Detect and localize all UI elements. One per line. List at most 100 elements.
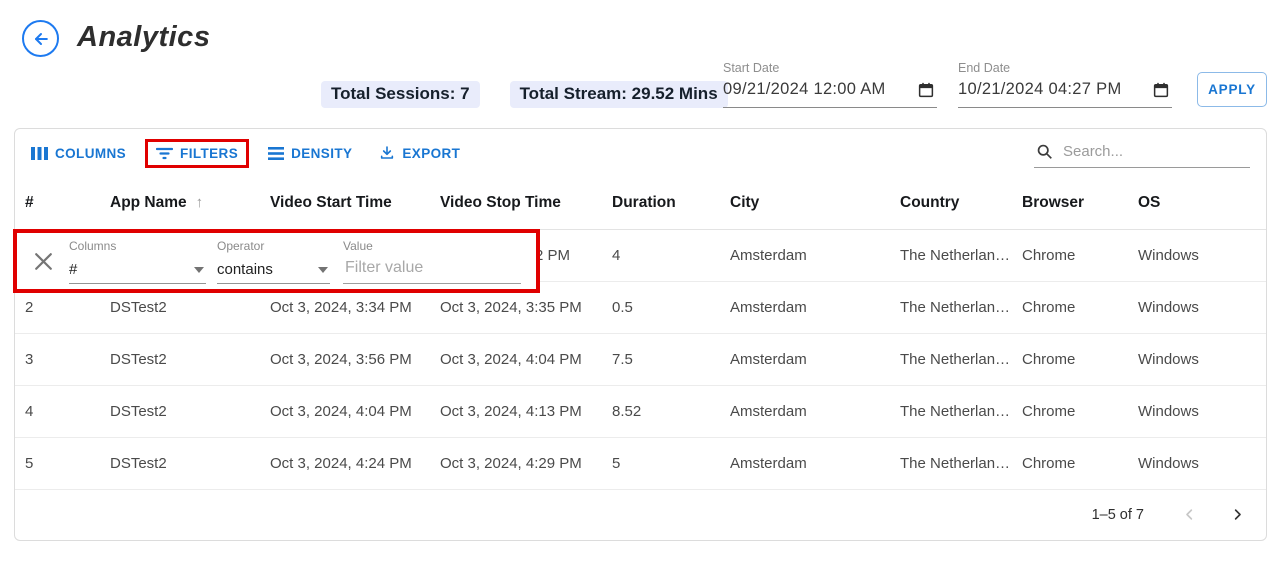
pagination-range: 1–5 of 7: [1092, 507, 1144, 523]
cell-video-stop-time: Oct 3, 2024, 4:29 PM: [430, 455, 602, 472]
cell-os: Windows: [1128, 403, 1266, 420]
cell-country: The Netherlan…: [890, 247, 1012, 264]
cell-browser: Chrome: [1012, 299, 1128, 316]
cell-browser: Chrome: [1012, 351, 1128, 368]
table-row[interactable]: 5 DSTest2 Oct 3, 2024, 4:24 PM Oct 3, 20…: [15, 438, 1266, 490]
search-box[interactable]: [1034, 139, 1250, 168]
chevron-down-icon: [318, 267, 328, 273]
total-sessions-badge: Total Sessions: 7: [321, 81, 480, 108]
filter-column-select[interactable]: Columns #: [69, 238, 206, 284]
filter-operator-label: Operator: [217, 239, 264, 253]
column-header-num[interactable]: #: [15, 194, 100, 212]
cell-city: Amsterdam: [720, 247, 890, 264]
filter-column-value: #: [69, 261, 206, 278]
cell-city: Amsterdam: [720, 455, 890, 472]
filters-button[interactable]: FILTERS: [145, 139, 249, 168]
columns-icon: [31, 146, 48, 161]
data-grid: COLUMNS FILTERS DENSITY EXPORT #: [14, 128, 1267, 541]
columns-button-label: COLUMNS: [55, 146, 126, 161]
cell-video-stop-time: Oct 3, 2024, 3:35 PM: [430, 299, 602, 316]
cell-number: 4: [15, 403, 100, 420]
summary-badges: Total Sessions: 7 Total Stream: 29.52 Mi…: [321, 81, 728, 108]
density-button[interactable]: DENSITY: [268, 146, 352, 161]
cell-os: Windows: [1128, 247, 1266, 264]
start-date-field[interactable]: Start Date 09/21/2024 12:00 AM: [723, 61, 937, 108]
previous-page-button[interactable]: [1176, 502, 1202, 528]
sort-ascending-icon: ↑: [196, 194, 204, 211]
cell-duration: 8.52: [602, 403, 720, 420]
cell-app-name: DSTest2: [100, 299, 260, 316]
chevron-down-icon: [194, 267, 204, 273]
cell-os: Windows: [1128, 351, 1266, 368]
apply-button[interactable]: APPLY: [1197, 72, 1267, 107]
filter-panel: Columns # Operator contains Value: [13, 229, 540, 293]
start-date-label: Start Date: [723, 61, 937, 75]
table-row[interactable]: 3 DSTest2 Oct 3, 2024, 3:56 PM Oct 3, 20…: [15, 334, 1266, 386]
cell-country: The Netherlan…: [890, 299, 1012, 316]
cell-video-start-time: Oct 3, 2024, 3:56 PM: [260, 351, 430, 368]
cell-video-start-time: Oct 3, 2024, 4:24 PM: [260, 455, 430, 472]
filter-operator-select[interactable]: Operator contains: [217, 238, 330, 284]
cell-os: Windows: [1128, 455, 1266, 472]
column-header-duration[interactable]: Duration: [602, 194, 720, 212]
cell-video-start-time: Oct 3, 2024, 4:04 PM: [260, 403, 430, 420]
search-icon: [1036, 143, 1053, 160]
arrow-left-icon: [31, 29, 51, 49]
cell-browser: Chrome: [1012, 247, 1128, 264]
cell-app-name: DSTest2: [100, 455, 260, 472]
back-button[interactable]: [22, 20, 59, 57]
download-icon: [379, 145, 395, 161]
filter-operator-value: contains: [217, 261, 330, 278]
filter-value-input[interactable]: [343, 258, 521, 278]
remove-filter-button[interactable]: [35, 253, 55, 270]
cell-city: Amsterdam: [720, 299, 890, 316]
cell-city: Amsterdam: [720, 403, 890, 420]
end-date-value[interactable]: 10/21/2024 04:27 PM: [958, 80, 1122, 99]
density-button-label: DENSITY: [291, 146, 352, 161]
cell-duration: 0.5: [602, 299, 720, 316]
filter-column-label: Columns: [69, 239, 116, 253]
cell-country: The Netherlan…: [890, 351, 1012, 368]
export-button[interactable]: EXPORT: [379, 145, 460, 161]
total-stream-badge: Total Stream: 29.52 Mins: [510, 81, 728, 108]
start-date-value[interactable]: 09/21/2024 12:00 AM: [723, 80, 886, 99]
calendar-icon[interactable]: [1152, 81, 1170, 99]
column-header-city[interactable]: City: [720, 194, 890, 212]
grid-toolbar: COLUMNS FILTERS DENSITY EXPORT: [15, 129, 1266, 177]
cell-video-stop-time: Oct 3, 2024, 4:04 PM: [430, 351, 602, 368]
calendar-icon[interactable]: [917, 81, 935, 99]
column-header-browser[interactable]: Browser: [1012, 194, 1128, 212]
end-date-field[interactable]: End Date 10/21/2024 04:27 PM: [958, 61, 1172, 108]
filter-value-label: Value: [343, 239, 373, 253]
next-page-button[interactable]: [1224, 502, 1250, 528]
cell-country: The Netherlan…: [890, 455, 1012, 472]
column-header-country[interactable]: Country: [890, 194, 1012, 212]
cell-duration: 5: [602, 455, 720, 472]
cell-app-name: DSTest2: [100, 351, 260, 368]
filters-button-label: FILTERS: [180, 146, 238, 161]
end-date-label: End Date: [958, 61, 1172, 75]
column-header-os[interactable]: OS: [1128, 194, 1266, 212]
cell-browser: Chrome: [1012, 403, 1128, 420]
filter-value-field[interactable]: Value: [343, 238, 521, 284]
table-header-row: #App Name↑Video Start TimeVideo Stop Tim…: [15, 177, 1266, 230]
column-header-app-name[interactable]: App Name↑: [100, 194, 260, 212]
search-input[interactable]: [1061, 142, 1248, 161]
column-header-video-stop-time[interactable]: Video Stop Time: [430, 194, 602, 212]
cell-number: 5: [15, 455, 100, 472]
page-title: Analytics: [77, 21, 210, 54]
cell-duration: 4: [602, 247, 720, 264]
cell-app-name: DSTest2: [100, 403, 260, 420]
table-row[interactable]: 4 DSTest2 Oct 3, 2024, 4:04 PM Oct 3, 20…: [15, 386, 1266, 438]
column-header-video-start-time[interactable]: Video Start Time: [260, 194, 430, 212]
cell-os: Windows: [1128, 299, 1266, 316]
density-icon: [268, 147, 284, 160]
columns-button[interactable]: COLUMNS: [31, 146, 126, 161]
table-footer: 1–5 of 7: [15, 490, 1266, 539]
cell-duration: 7.5: [602, 351, 720, 368]
cell-video-start-time: Oct 3, 2024, 3:34 PM: [260, 299, 430, 316]
cell-number: 2: [15, 299, 100, 316]
filter-icon: [156, 147, 173, 160]
cell-browser: Chrome: [1012, 455, 1128, 472]
cell-city: Amsterdam: [720, 351, 890, 368]
